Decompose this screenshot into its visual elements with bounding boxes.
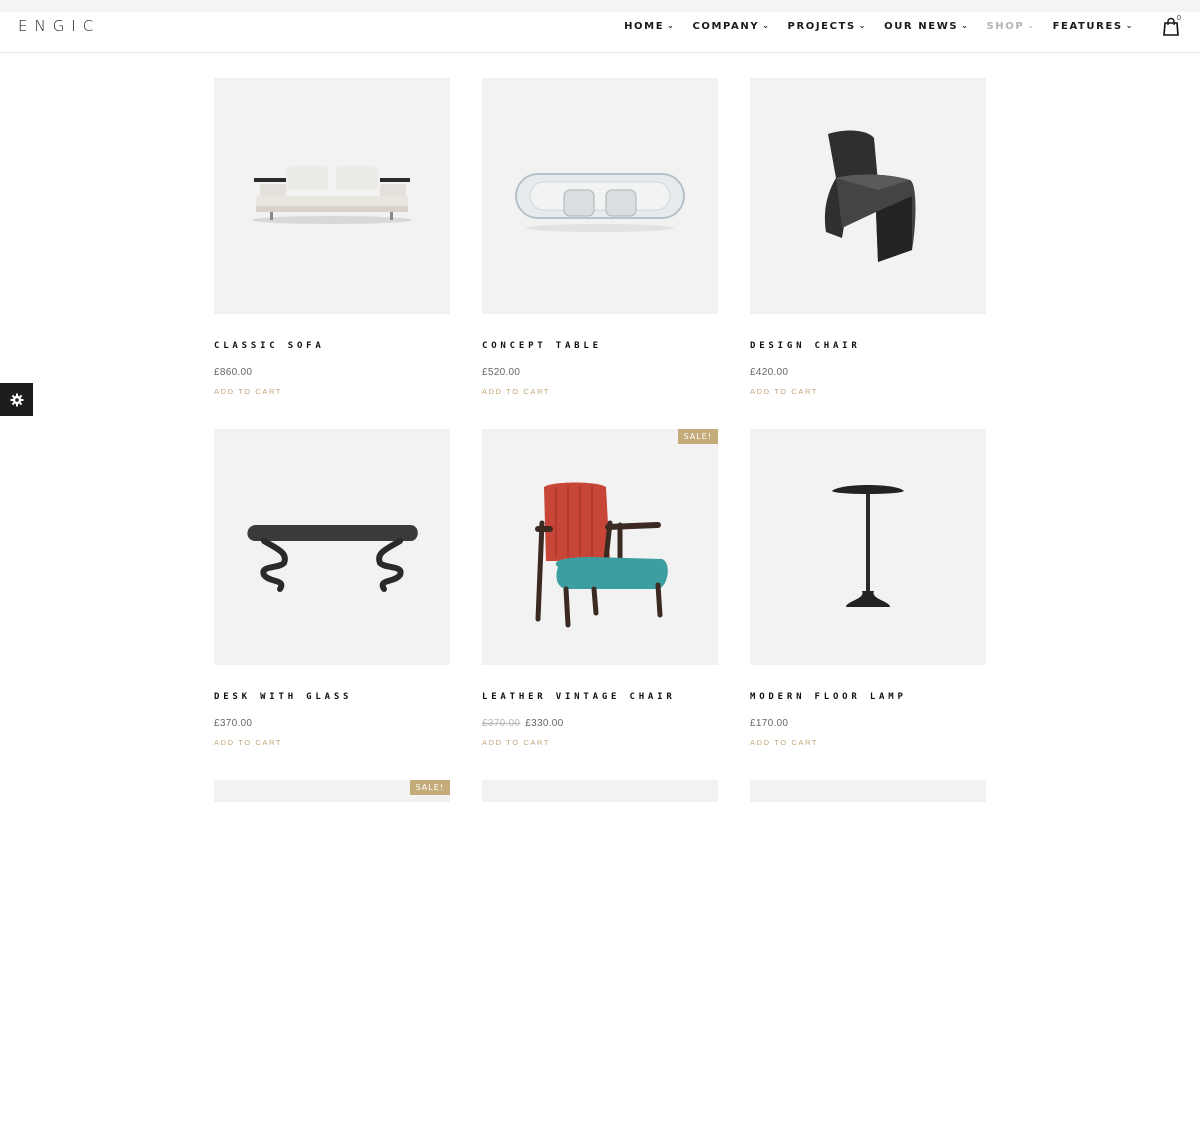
product-title[interactable]: LEATHER VINTAGE CHAIR — [482, 692, 676, 702]
product-price: £520.00 — [482, 367, 520, 378]
product-title[interactable]: DESK WITH GLASS — [214, 692, 352, 702]
product-card — [482, 780, 718, 1131]
nav-item-projects[interactable]: PROJECTS ⌄ — [788, 21, 868, 32]
nav-item-shop[interactable]: SHOP ⌄ — [986, 21, 1035, 32]
gear-icon[interactable] — [0, 383, 33, 416]
product-card: MODERN FLOOR LAMP £170.00 ADD TO CART — [750, 429, 986, 780]
product-image[interactable] — [482, 780, 718, 802]
product-old-price: £370.00 — [482, 718, 521, 729]
product-image-sofa[interactable] — [214, 78, 450, 314]
add-to-cart-button[interactable]: ADD TO CART — [750, 387, 818, 396]
chevron-down-icon: ⌄ — [667, 21, 676, 30]
product-current-price: £330.00 — [525, 718, 564, 729]
chevron-down-icon: ⌄ — [1125, 21, 1134, 30]
nav-item-company[interactable]: COMPANY ⌄ — [692, 21, 770, 32]
product-title[interactable]: MODERN FLOOR LAMP — [750, 692, 907, 702]
product-current-price: £170.00 — [750, 718, 789, 729]
product-current-price: £420.00 — [750, 367, 789, 378]
add-to-cart-button[interactable]: ADD TO CART — [482, 387, 550, 396]
nav-item-features[interactable]: FEATURES ⌄ — [1053, 21, 1134, 32]
product-image[interactable]: SALE! — [214, 780, 450, 802]
nav-item-label: COMPANY — [692, 21, 760, 32]
product-price: £370.00 £330.00 — [482, 718, 564, 729]
product-price: £370.00 — [214, 718, 252, 729]
chevron-down-icon: ⌄ — [858, 21, 868, 30]
product-card: CONCEPT TABLE £520.00 ADD TO CART — [482, 78, 718, 429]
product-image-glass-table[interactable] — [482, 78, 718, 314]
nav-item-our-news[interactable]: OUR NEWS ⌄ — [884, 21, 969, 32]
product-price: £860.00 — [214, 367, 252, 378]
nav-item-label: OUR NEWS — [884, 21, 959, 32]
product-title[interactable]: DESIGN CHAIR — [750, 341, 861, 351]
add-to-cart-button[interactable]: ADD TO CART — [214, 738, 282, 747]
add-to-cart-button[interactable]: ADD TO CART — [482, 738, 550, 747]
site-logo[interactable]: ENGIC — [18, 17, 100, 35]
product-image-desk[interactable] — [214, 429, 450, 665]
product-card: DESIGN CHAIR £420.00 ADD TO CART — [750, 78, 986, 429]
nav-item-label: PROJECTS — [787, 21, 856, 32]
sale-badge: SALE! — [409, 780, 450, 795]
product-card — [750, 780, 986, 1131]
product-card: SALE! — [214, 780, 450, 1131]
product-image-lamp[interactable] — [750, 429, 986, 665]
nav-item-label: SHOP — [986, 21, 1025, 32]
add-to-cart-button[interactable]: ADD TO CART — [750, 738, 818, 747]
product-image-armchair[interactable]: SALE! — [482, 429, 718, 665]
product-image[interactable] — [750, 780, 986, 802]
top-strip — [0, 0, 1200, 12]
product-current-price: £520.00 — [482, 367, 521, 378]
sale-badge: SALE! — [677, 429, 718, 444]
chevron-down-icon: ⌄ — [961, 21, 970, 30]
nav-item-label: HOME — [624, 21, 665, 32]
nav-item-home[interactable]: HOME ⌄ — [624, 21, 675, 32]
product-title[interactable]: CONCEPT TABLE — [482, 341, 602, 351]
product-grid: CLASSIC SOFA £860.00 ADD TO CART CONCEPT… — [214, 78, 986, 1131]
product-card: CLASSIC SOFA £860.00 ADD TO CART — [214, 78, 450, 429]
cart-count: 0 — [1177, 15, 1181, 22]
product-card: DESK WITH GLASS £370.00 ADD TO CART — [214, 429, 450, 780]
chevron-down-icon: ⌄ — [1027, 21, 1036, 30]
product-card: SALE! LEATHER VINTAGE CHAIR £370.00 £330.… — [482, 429, 718, 780]
chevron-down-icon: ⌄ — [762, 21, 771, 30]
product-current-price: £860.00 — [214, 367, 253, 378]
product-title[interactable]: CLASSIC SOFA — [214, 341, 325, 351]
nav-item-label: FEATURES — [1052, 21, 1123, 32]
product-price: £170.00 — [750, 718, 788, 729]
product-current-price: £370.00 — [214, 718, 253, 729]
site-header: ENGIC HOME ⌄ COMPANY ⌄ PROJECTS ⌄ OUR NEWS ⌄… — [0, 12, 1200, 53]
main-nav: HOME ⌄ COMPANY ⌄ PROJECTS ⌄ OUR NEWS ⌄ SHOP ⌄… — [624, 21, 1134, 32]
product-image-chair[interactable] — [750, 78, 986, 314]
product-price: £420.00 — [750, 367, 788, 378]
add-to-cart-button[interactable]: ADD TO CART — [214, 387, 282, 396]
